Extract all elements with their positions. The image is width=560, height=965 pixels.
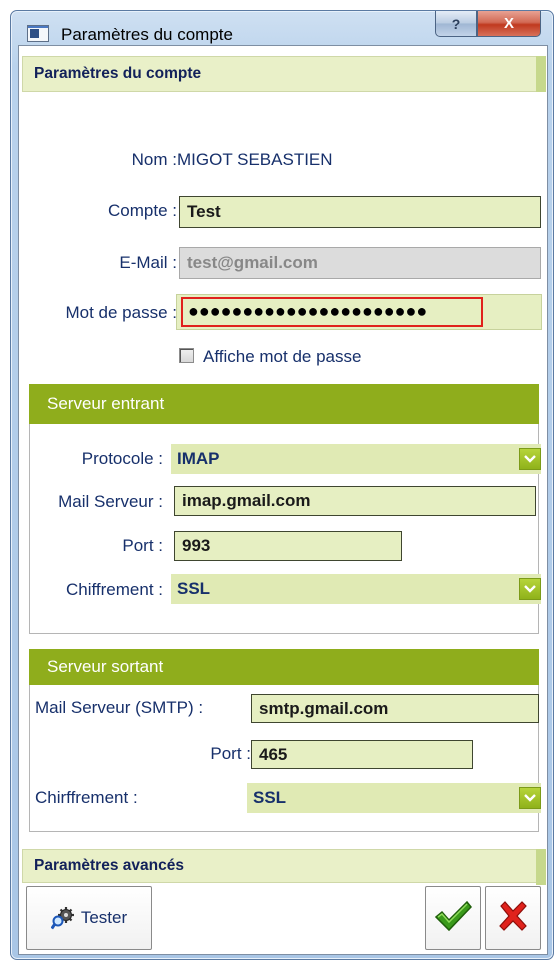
checkmark-icon: [434, 899, 472, 938]
outgoing-encryption-label: Chirffrement :: [35, 788, 138, 807]
window-title: Paramètres du compte: [61, 25, 233, 44]
chevron-down-icon[interactable]: [519, 578, 541, 600]
password-field[interactable]: ●●●●●●●●●●●●●●●●●●●●●●: [181, 297, 483, 327]
incoming-port-field[interactable]: 993: [174, 531, 402, 561]
gear-magnifier-icon: [50, 906, 75, 930]
incoming-protocol-value: IMAP: [177, 449, 220, 468]
account-label: Compte :: [108, 201, 177, 220]
chevron-down-icon[interactable]: [519, 787, 541, 809]
password-field-frame: ●●●●●●●●●●●●●●●●●●●●●●: [176, 294, 542, 330]
test-button[interactable]: Tester: [26, 886, 152, 950]
outgoing-port-field[interactable]: 465: [251, 740, 473, 769]
dialog-content: Paramètres du compte Nom : MIGOT SEBASTI…: [18, 45, 548, 955]
show-password-label[interactable]: Affiche mot de passe: [203, 347, 361, 367]
incoming-encryption-select[interactable]: SSL: [171, 574, 541, 604]
outgoing-port-label: Port :: [210, 744, 251, 763]
test-button-label: Tester: [80, 908, 128, 927]
email-label: E-Mail :: [119, 253, 177, 272]
outgoing-server-field[interactable]: smtp.gmail.com: [251, 694, 539, 723]
incoming-server-header: Serveur entrant: [29, 384, 539, 424]
name-value: MIGOT SEBASTIEN: [177, 150, 333, 169]
close-button[interactable]: X: [477, 11, 541, 37]
name-label: Nom :: [131, 150, 177, 169]
incoming-server-label: Mail Serveur :: [58, 492, 163, 511]
outgoing-encryption-value: SSL: [253, 788, 287, 807]
incoming-encryption-value: SSL: [177, 579, 211, 598]
red-x-icon: [497, 900, 529, 937]
advanced-section-header[interactable]: Paramètres avancés: [22, 849, 546, 885]
incoming-encryption-label: Chiffrement :: [65, 580, 163, 599]
incoming-server-field[interactable]: imap.gmail.com: [174, 486, 536, 516]
email-field[interactable]: test@gmail.com: [179, 247, 541, 279]
help-button[interactable]: ?: [435, 11, 477, 37]
cancel-button[interactable]: [485, 886, 541, 950]
incoming-protocol-select[interactable]: IMAP: [171, 444, 541, 474]
outgoing-server-label: Mail Serveur (SMTP) :: [35, 698, 204, 717]
ok-button[interactable]: [425, 886, 481, 950]
window-app-icon: [27, 25, 49, 42]
outgoing-server-header: Serveur sortant: [29, 649, 539, 685]
account-field[interactable]: Test: [179, 196, 541, 228]
password-label: Mot de passe :: [65, 303, 177, 322]
show-password-checkbox[interactable]: [179, 348, 194, 363]
account-section-header[interactable]: Paramètres du compte: [22, 56, 546, 92]
outgoing-encryption-select[interactable]: SSL: [247, 783, 541, 813]
chevron-down-icon[interactable]: [519, 448, 541, 470]
incoming-protocol-label: Protocole :: [81, 449, 163, 468]
incoming-port-label: Port :: [122, 536, 163, 555]
